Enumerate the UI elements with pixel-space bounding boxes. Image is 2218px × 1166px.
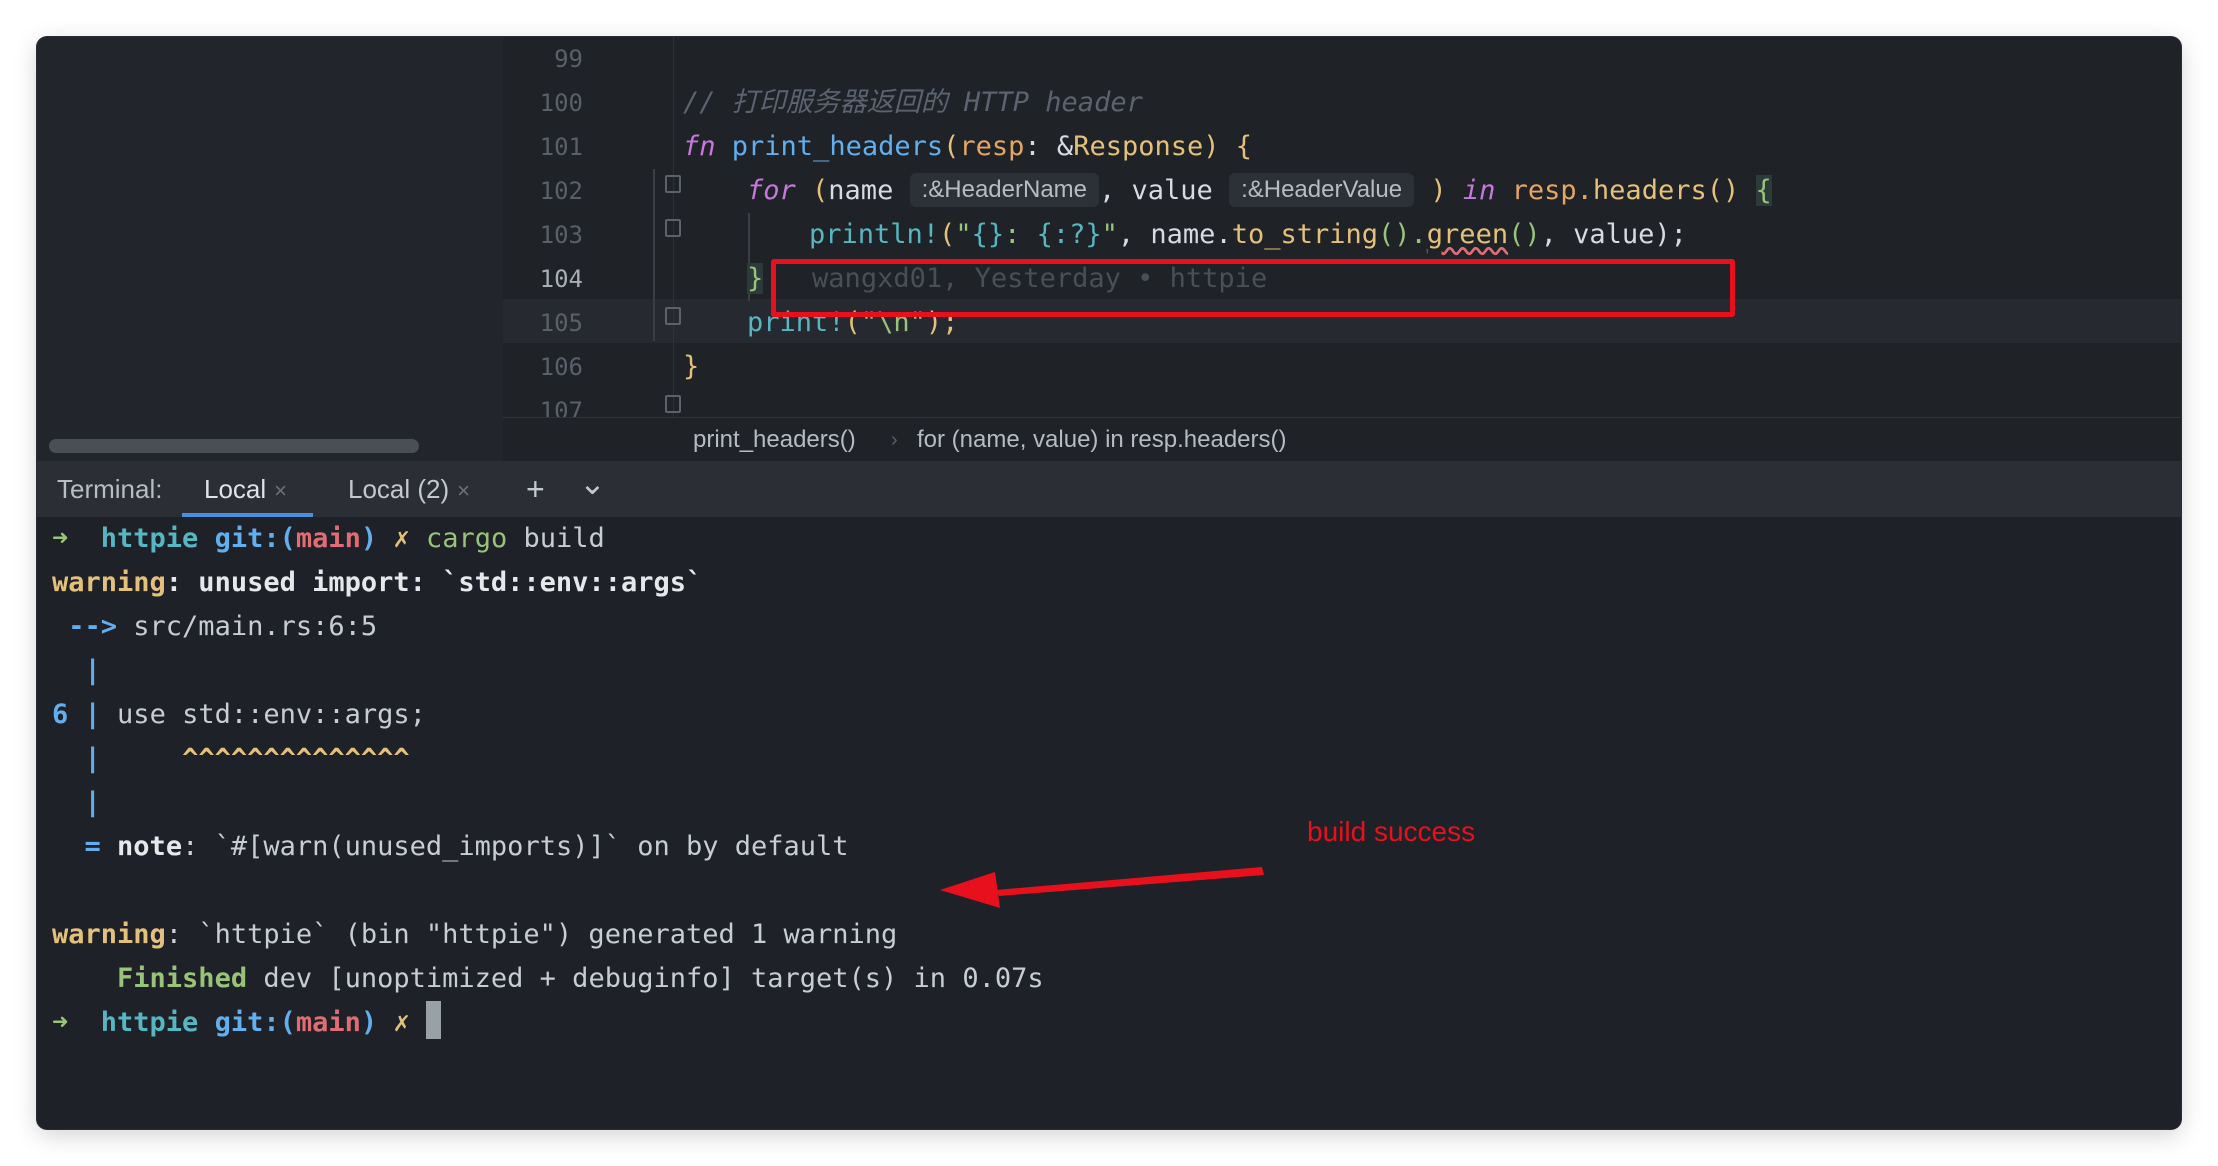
arrow-head-icon [940,872,1000,908]
red-arrow-annotation [940,867,1264,908]
arrow-shaft [996,867,1264,896]
annotation-label: build success [1307,816,1476,847]
